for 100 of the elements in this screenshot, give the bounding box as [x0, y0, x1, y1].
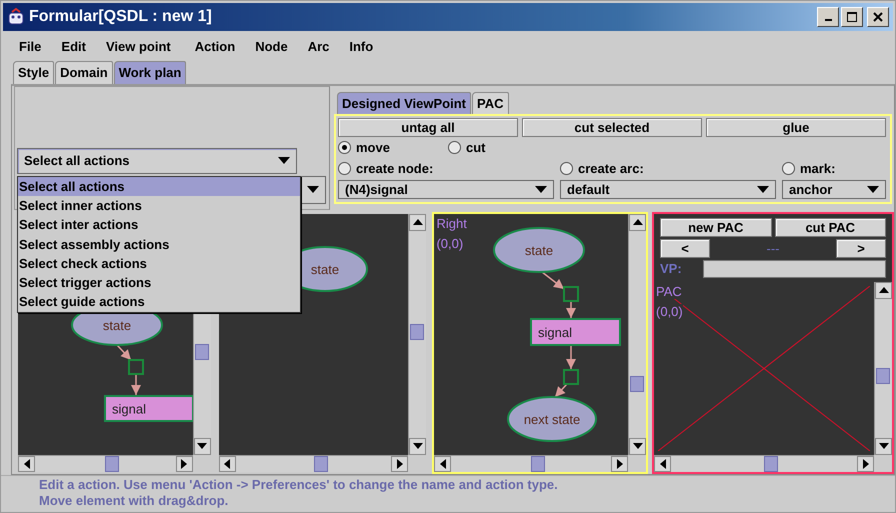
signal-node[interactable]: signal: [530, 318, 622, 346]
close-button[interactable]: [867, 6, 889, 27]
scroll-thumb[interactable]: [764, 456, 778, 472]
dropdown[interactable]: anchor: [782, 180, 886, 200]
scroll-up-button[interactable]: [629, 214, 646, 231]
status-message: Edit a action. Use menu 'Action -> Preferences' to change the name and action type.: [39, 476, 559, 493]
caret-icon: [757, 186, 769, 194]
scroll-right-button[interactable]: [611, 456, 628, 472]
right-arrow-icon: [396, 458, 403, 469]
dropdown-option[interactable]: Select all actions: [18, 176, 300, 196]
tab[interactable]: Domain: [55, 60, 113, 84]
scroll-left-button[interactable]: [18, 456, 35, 472]
next-button[interactable]: >: [836, 238, 886, 258]
tool-button[interactable]: glue: [706, 118, 886, 137]
tab[interactable]: Work plan: [114, 60, 186, 84]
scroll-down-button[interactable]: [194, 438, 211, 455]
scroll-thumb[interactable]: [314, 456, 328, 472]
tool-button[interactable]: cut selected: [522, 118, 702, 137]
port-square: [563, 368, 580, 385]
menu-item[interactable]: Arc: [298, 38, 340, 54]
down-arrow-icon: [412, 443, 423, 450]
vertical-scrollbar[interactable]: [628, 214, 646, 455]
scroll-left-button[interactable]: [654, 456, 672, 472]
radio-label: move: [356, 140, 390, 156]
vertical-scrollbar[interactable]: [408, 214, 426, 455]
previous-button[interactable]: <: [660, 238, 710, 258]
horizontal-scrollbar[interactable]: [18, 454, 193, 472]
pac-button[interactable]: cut PAC: [774, 218, 886, 237]
dropdown-option[interactable]: Select inter actions: [18, 215, 300, 235]
scroll-thumb[interactable]: [410, 324, 424, 340]
scroll-down-button[interactable]: [875, 438, 892, 455]
up-arrow-icon: [632, 219, 643, 226]
scroll-left-button[interactable]: [218, 456, 236, 472]
radio-button[interactable]: [782, 162, 795, 176]
menu-item[interactable]: Node: [245, 38, 298, 54]
state-node[interactable]: next state: [507, 396, 598, 442]
app-icon: [7, 8, 25, 26]
down-arrow-icon: [632, 443, 643, 450]
menu-item[interactable]: Info: [339, 38, 384, 54]
scroll-right-button[interactable]: [391, 456, 408, 472]
scroll-down-button[interactable]: [409, 438, 426, 455]
signal-node[interactable]: signal: [104, 394, 193, 422]
scroll-thumb[interactable]: [105, 456, 120, 472]
menu-item[interactable]: Action: [184, 38, 246, 54]
right-arrow-icon: [862, 458, 869, 469]
state-node[interactable]: state: [493, 226, 586, 273]
menu-item[interactable]: Edit: [51, 38, 96, 54]
up-arrow-icon: [878, 287, 889, 294]
tab[interactable]: PAC: [472, 92, 508, 114]
scroll-thumb[interactable]: [194, 344, 209, 360]
menu-item[interactable]: File: [9, 38, 52, 54]
scroll-down-button[interactable]: [629, 438, 646, 455]
minimize-button[interactable]: [817, 6, 839, 27]
up-arrow-icon: [412, 219, 423, 226]
arc-arrow: [554, 383, 568, 398]
scroll-thumb[interactable]: [630, 376, 644, 392]
scroll-up-button[interactable]: [875, 282, 892, 299]
right-arrow-icon: [181, 458, 188, 469]
vp-input-field[interactable]: [703, 260, 886, 278]
down-arrow-icon: [878, 443, 889, 450]
radio-label: create node:: [356, 161, 434, 176]
tool-button[interactable]: untag all: [338, 118, 518, 137]
close-icon: [873, 12, 883, 22]
dropdown[interactable]: default: [560, 180, 776, 200]
tab[interactable]: Designed ViewPoint: [337, 92, 472, 114]
horizontal-scrollbar[interactable]: [654, 454, 874, 472]
scroll-right-button[interactable]: [176, 456, 193, 472]
radio-button[interactable]: [448, 141, 461, 154]
caret-icon: [535, 186, 547, 194]
scroll-thumb[interactable]: [531, 456, 546, 472]
radio-label: cut: [466, 140, 486, 156]
status-message: Move element with drag&drop.: [39, 492, 230, 509]
scroll-up-button[interactable]: [409, 214, 426, 231]
horizontal-scrollbar[interactable]: [218, 454, 408, 472]
left-arrow-icon: [660, 458, 666, 469]
maximize-button[interactable]: [841, 6, 863, 27]
scroll-left-button[interactable]: [434, 456, 452, 472]
radio-button[interactable]: [338, 141, 351, 154]
radio-button[interactable]: [560, 162, 573, 176]
minimize-icon: [824, 18, 832, 21]
dropdown[interactable]: (N4)signal: [338, 180, 554, 200]
horizontal-scrollbar[interactable]: [434, 454, 628, 472]
scroll-right-button[interactable]: [857, 456, 874, 472]
vertical-scrollbar[interactable]: [874, 282, 892, 455]
caret-icon: [307, 186, 319, 194]
coordinates-label: (0,0): [656, 304, 683, 319]
down-arrow-icon: [197, 443, 208, 450]
left-arrow-icon: [440, 458, 446, 469]
right-arrow-icon: [616, 458, 623, 469]
vp-label: VP:: [660, 261, 683, 276]
arc-arrow: [116, 344, 132, 360]
menu-item[interactable]: View point: [96, 38, 185, 54]
view-label: PAC: [656, 284, 682, 299]
action-filter-dropdown[interactable]: Select all actions: [17, 148, 297, 174]
port-square: [128, 358, 144, 375]
radio-button[interactable]: [338, 162, 351, 176]
scroll-thumb[interactable]: [876, 368, 890, 384]
pac-button[interactable]: new PAC: [660, 218, 772, 237]
dropdown-option[interactable]: Select inner actions: [18, 196, 300, 216]
tab[interactable]: Style: [13, 60, 54, 84]
